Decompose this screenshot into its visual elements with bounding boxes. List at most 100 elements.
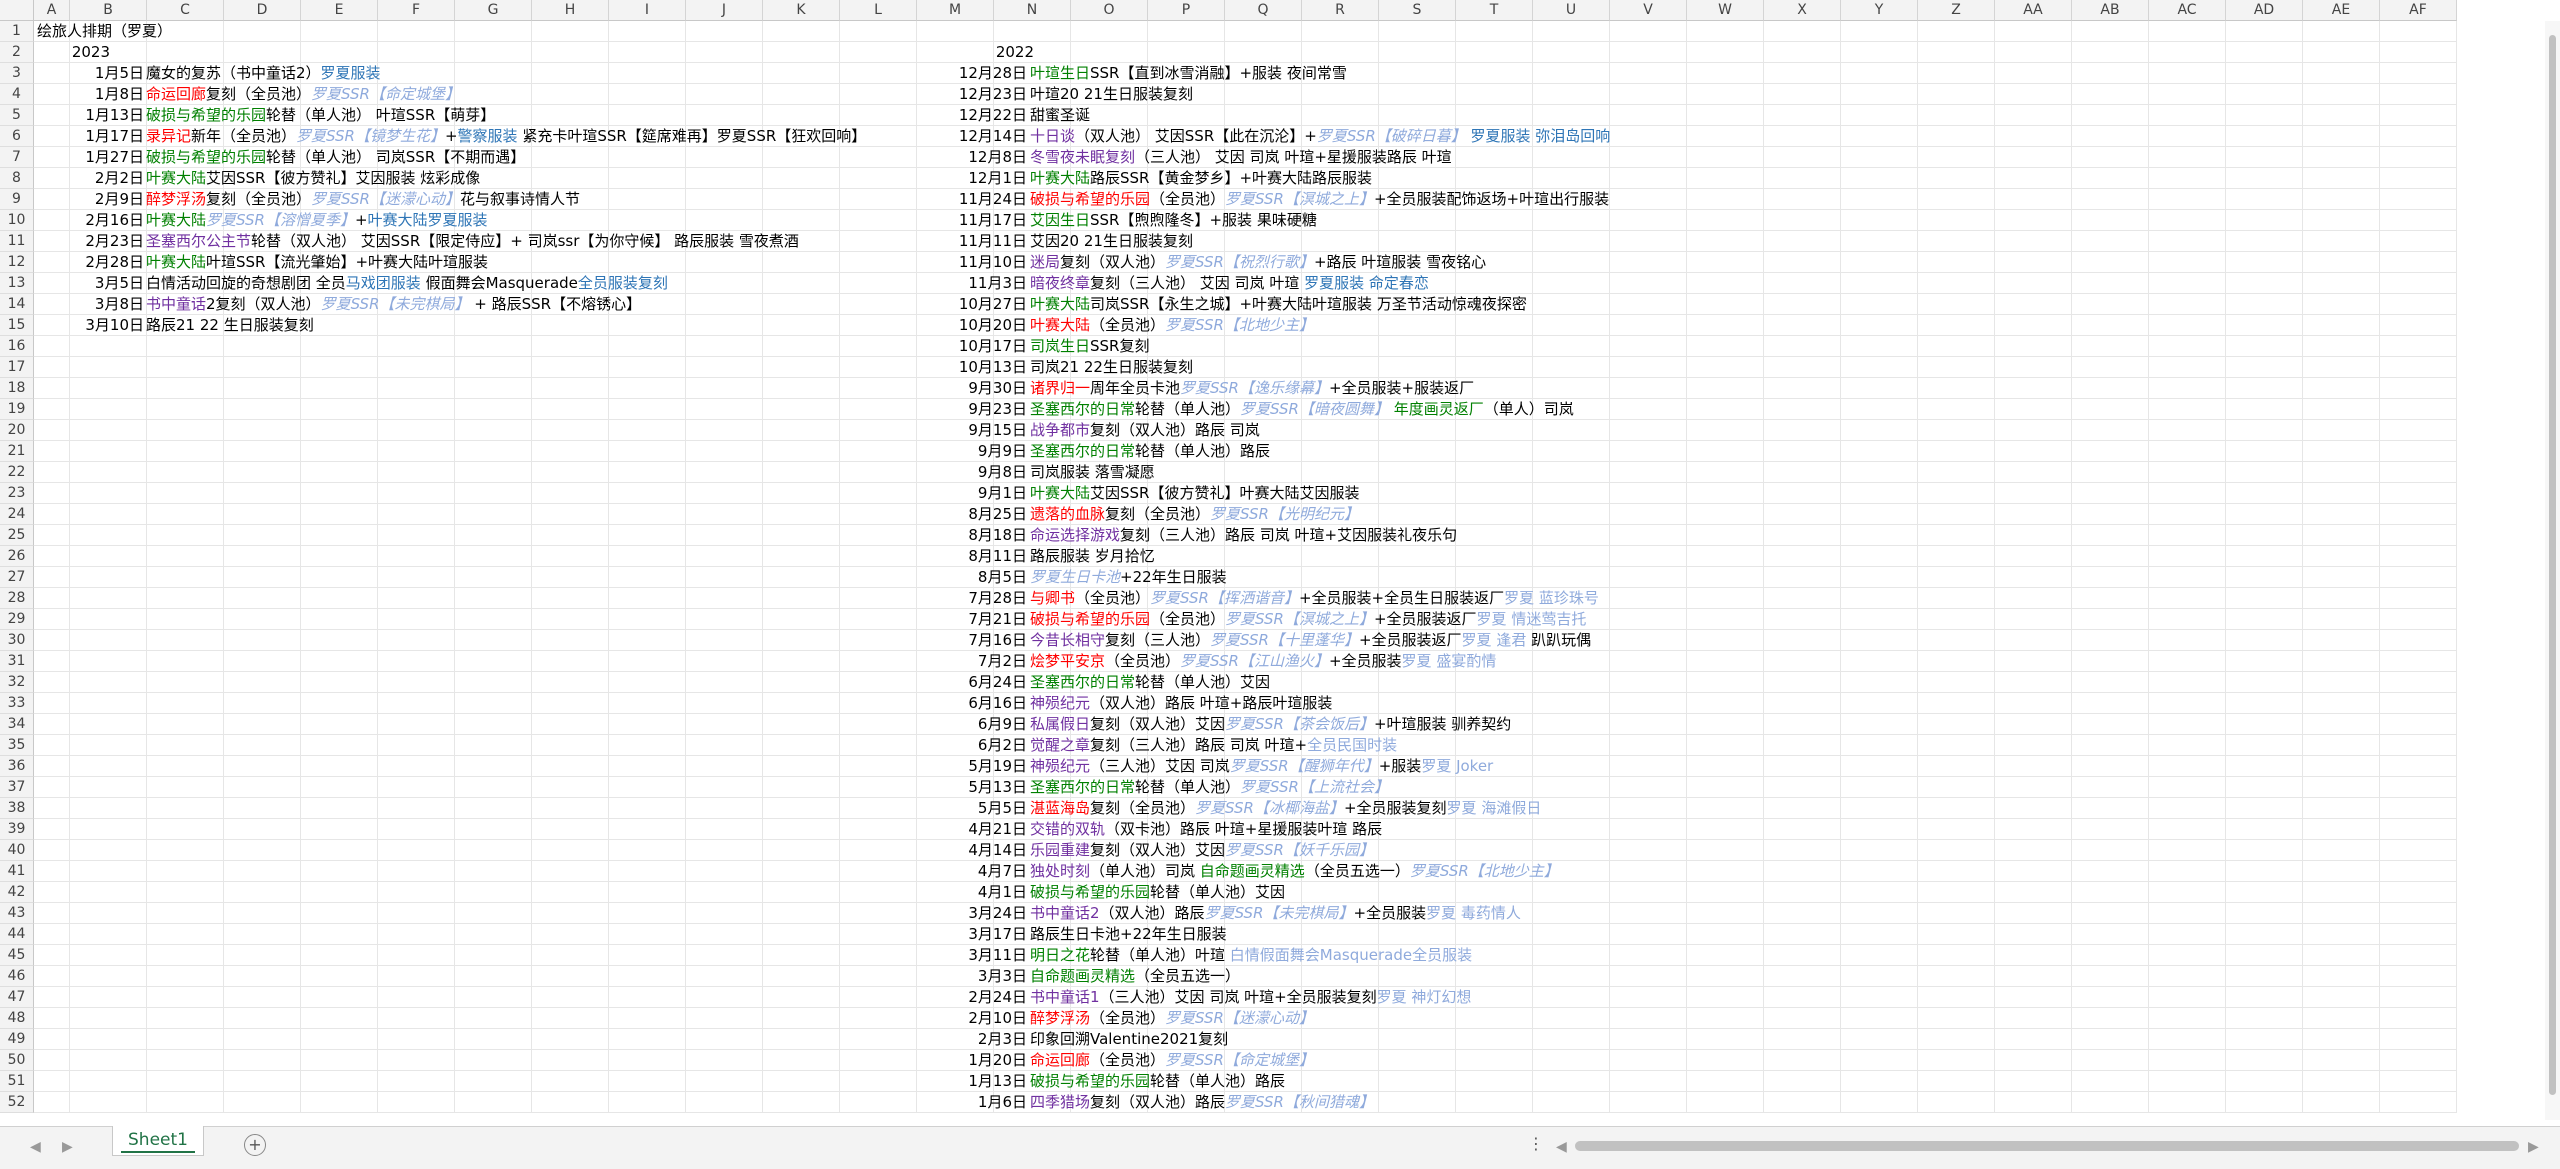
right-event-cell[interactable]: 与卿书（全员池）罗夏SSR【挥洒谐音】+全员服装+全员生日服装返厂罗夏 蓝珍珠号 xyxy=(1030,588,1599,609)
row-header-41[interactable]: 41 xyxy=(0,861,34,882)
right-date-cell[interactable]: 8月18日 xyxy=(917,525,1027,546)
right-event-cell[interactable]: 诸界归一周年全员卡池罗夏SSR【逸乐缘幕】+全员服装+服装返厂 xyxy=(1030,378,1474,399)
right-date-cell[interactable]: 11月24日 xyxy=(917,189,1027,210)
column-header-s[interactable]: S xyxy=(1379,0,1456,21)
right-event-cell[interactable]: 神殒纪元（三人池）艾因 司岚罗夏SSR【醒狮年代】+服装罗夏 Joker xyxy=(1030,756,1493,777)
right-event-cell[interactable]: 叶赛大陆路辰SSR【黄金梦乡】+叶赛大陆路辰服装 xyxy=(1030,168,1372,189)
left-event-cell[interactable]: 魔女的复苏（书中童话2）罗夏服装 xyxy=(146,63,381,84)
row-header-25[interactable]: 25 xyxy=(0,525,34,546)
left-date-cell[interactable]: 1月17日 xyxy=(34,126,144,147)
column-header-ad[interactable]: AD xyxy=(2226,0,2303,21)
row-header-29[interactable]: 29 xyxy=(0,609,34,630)
row-header-39[interactable]: 39 xyxy=(0,819,34,840)
spreadsheet-grid[interactable]: A B C D E F G H I J K L M N O P Q R S T U V W X Y Z AA AB AC AD AE AF 1… xyxy=(0,0,2560,1120)
vertical-scroll-thumb[interactable] xyxy=(2549,35,2556,1095)
right-event-cell[interactable]: 醉梦浮汤（全员池）罗夏SSR【迷濛心动】 xyxy=(1030,1008,1314,1029)
right-event-cell[interactable]: 圣塞西尔的日常轮替（单人池）罗夏SSR【上流社会】 xyxy=(1030,777,1389,798)
row-header-34[interactable]: 34 xyxy=(0,714,34,735)
right-date-cell[interactable]: 3月11日 xyxy=(917,945,1027,966)
column-header-f[interactable]: F xyxy=(378,0,455,21)
prev-sheet-icon[interactable]: ◀ xyxy=(30,1139,41,1155)
right-date-cell[interactable]: 10月20日 xyxy=(917,315,1027,336)
left-event-cell[interactable]: 叶赛大陆叶瑄SSR【流光肇始】+叶赛大陆叶瑄服装 xyxy=(146,252,488,273)
row-header-13[interactable]: 13 xyxy=(0,273,34,294)
column-header-p[interactable]: P xyxy=(1148,0,1225,21)
right-event-cell[interactable]: 圣塞西尔的日常轮替（单人池）路辰 xyxy=(1030,441,1270,462)
right-event-cell[interactable]: 破损与希望的乐园（全员池）罗夏SSR【溟城之上】+全员服装返厂罗夏 情迷莺吉托 xyxy=(1030,609,1586,630)
right-date-cell[interactable]: 2月10日 xyxy=(917,1008,1027,1029)
right-date-cell[interactable]: 11月10日 xyxy=(917,252,1027,273)
row-header-10[interactable]: 10 xyxy=(0,210,34,231)
row-header-1[interactable]: 1 xyxy=(0,21,34,42)
right-date-cell[interactable]: 8月5日 xyxy=(917,567,1027,588)
row-header-43[interactable]: 43 xyxy=(0,903,34,924)
right-event-cell[interactable]: 叶瑄20 21生日服装复刻 xyxy=(1030,84,1193,105)
right-event-cell[interactable]: 叶瑄生日SSR【直到冰雪消融】+服装 夜间常雪 xyxy=(1030,63,1347,84)
left-date-cell[interactable]: 3月5日 xyxy=(34,273,144,294)
right-date-cell[interactable]: 9月8日 xyxy=(917,462,1027,483)
row-header-14[interactable]: 14 xyxy=(0,294,34,315)
column-header-u[interactable]: U xyxy=(1533,0,1610,21)
row-header-7[interactable]: 7 xyxy=(0,147,34,168)
row-header-15[interactable]: 15 xyxy=(0,315,34,336)
right-event-cell[interactable]: 艾因20 21生日服装复刻 xyxy=(1030,231,1193,252)
row-header-18[interactable]: 18 xyxy=(0,378,34,399)
row-header-16[interactable]: 16 xyxy=(0,336,34,357)
column-header-v[interactable]: V xyxy=(1610,0,1687,21)
right-event-cell[interactable]: 叶赛大陆（全员池）罗夏SSR【北地少主】 xyxy=(1030,315,1314,336)
right-date-cell[interactable]: 2月24日 xyxy=(917,987,1027,1008)
right-event-cell[interactable]: 罗夏生日卡池+22年生日服装 xyxy=(1030,567,1227,588)
more-options-icon[interactable]: ⋮ xyxy=(1528,1134,1544,1153)
column-header-m[interactable]: M xyxy=(917,0,994,21)
row-header-30[interactable]: 30 xyxy=(0,630,34,651)
column-header-aa[interactable]: AA xyxy=(1995,0,2072,21)
column-header-t[interactable]: T xyxy=(1456,0,1533,21)
right-event-cell[interactable]: 破损与希望的乐园轮替（单人池）艾因 xyxy=(1030,882,1285,903)
row-header-42[interactable]: 42 xyxy=(0,882,34,903)
right-event-cell[interactable]: 暗夜终章复刻（三人池） 艾因 司岚 叶瑄 罗夏服装 命定春恋 xyxy=(1030,273,1429,294)
left-date-cell[interactable]: 2月16日 xyxy=(34,210,144,231)
right-date-cell[interactable]: 12月1日 xyxy=(917,168,1027,189)
column-header-j[interactable]: J xyxy=(686,0,763,21)
left-event-cell[interactable]: 破损与希望的乐园轮替（单人池） 叶瑄SSR【萌芽】 xyxy=(146,105,495,126)
right-date-cell[interactable]: 9月9日 xyxy=(917,441,1027,462)
left-date-cell[interactable]: 2月2日 xyxy=(34,168,144,189)
right-date-cell[interactable]: 4月21日 xyxy=(917,819,1027,840)
right-date-cell[interactable]: 6月16日 xyxy=(917,693,1027,714)
right-date-cell[interactable]: 12月22日 xyxy=(917,105,1027,126)
right-event-cell[interactable]: 自命题画灵精选（全员五选一） xyxy=(1030,966,1240,987)
right-event-cell[interactable]: 明日之花轮替（单人池）叶瑄 白情假面舞会Masquerade全员服装 xyxy=(1030,945,1472,966)
row-header-20[interactable]: 20 xyxy=(0,420,34,441)
row-header-44[interactable]: 44 xyxy=(0,924,34,945)
right-date-cell[interactable]: 8月25日 xyxy=(917,504,1027,525)
column-header-g[interactable]: G xyxy=(455,0,532,21)
right-event-cell[interactable]: 圣塞西尔的日常轮替（单人池）艾因 xyxy=(1030,672,1270,693)
right-event-cell[interactable]: 湛蓝海岛复刻（全员池）罗夏SSR【冰椰海盐】+全员服装复刻罗夏 海滩假日 xyxy=(1030,798,1541,819)
right-date-cell[interactable]: 9月30日 xyxy=(917,378,1027,399)
scroll-left-icon[interactable]: ◀ xyxy=(1556,1139,1567,1155)
right-date-cell[interactable]: 6月2日 xyxy=(917,735,1027,756)
row-header-26[interactable]: 26 xyxy=(0,546,34,567)
right-event-cell[interactable]: 司岚服装 落雪凝愿 xyxy=(1030,462,1155,483)
row-header-5[interactable]: 5 xyxy=(0,105,34,126)
right-event-cell[interactable]: 命运回廊（全员池）罗夏SSR【命定城堡】 xyxy=(1030,1050,1314,1071)
right-event-cell[interactable]: 路辰服装 岁月拾忆 xyxy=(1030,546,1155,567)
row-header-17[interactable]: 17 xyxy=(0,357,34,378)
right-event-cell[interactable]: 乐园重建复刻（双人池）艾因罗夏SSR【妖千乐园】 xyxy=(1030,840,1374,861)
right-event-cell[interactable]: 遗落的血脉复刻（全员池）罗夏SSR【光明纪元】 xyxy=(1030,504,1359,525)
left-date-cell[interactable]: 2月23日 xyxy=(34,231,144,252)
row-header-38[interactable]: 38 xyxy=(0,798,34,819)
cell-A1-title[interactable]: 绘旅人排期（罗夏） xyxy=(37,21,172,42)
scroll-right-icon[interactable]: ▶ xyxy=(2528,1139,2539,1155)
left-event-cell[interactable]: 录异记新年（全员池）罗夏SSR【镜梦生花】+警察服装 紧充卡叶瑄SSR【筵席难再… xyxy=(146,126,866,147)
right-date-cell[interactable]: 9月23日 xyxy=(917,399,1027,420)
right-date-cell[interactable]: 5月19日 xyxy=(917,756,1027,777)
right-date-cell[interactable]: 6月9日 xyxy=(917,714,1027,735)
right-date-cell[interactable]: 7月16日 xyxy=(917,630,1027,651)
row-header-12[interactable]: 12 xyxy=(0,252,34,273)
left-date-cell[interactable]: 1月8日 xyxy=(34,84,144,105)
right-date-cell[interactable]: 5月13日 xyxy=(917,777,1027,798)
right-event-cell[interactable]: 书中童话1（三人池）艾因 司岚 叶瑄+全员服装复刻罗夏 神灯幻想 xyxy=(1030,987,1471,1008)
right-date-cell[interactable]: 11月17日 xyxy=(917,210,1027,231)
right-event-cell[interactable]: 破损与希望的乐园（全员池）罗夏SSR【溟城之上】+全员服装配饰返场+叶瑄出行服装 xyxy=(1030,189,1609,210)
